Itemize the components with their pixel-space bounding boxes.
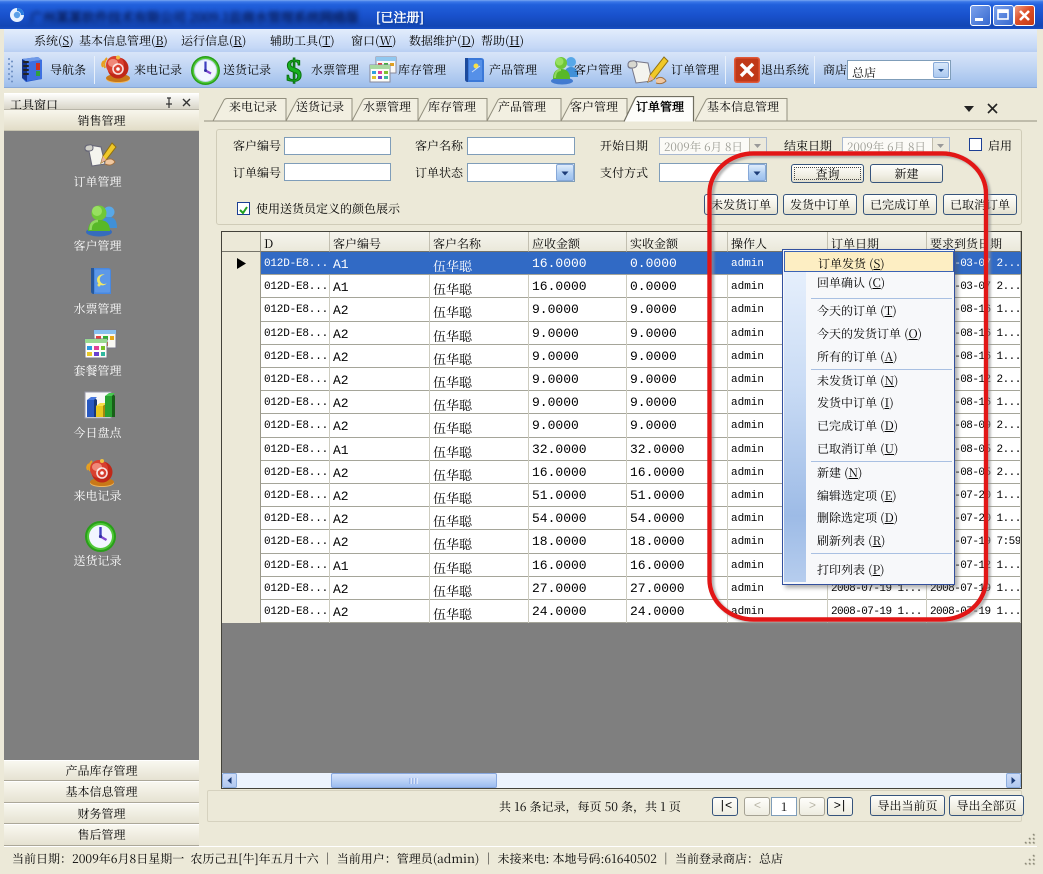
svg-text:$: $ <box>286 54 302 87</box>
